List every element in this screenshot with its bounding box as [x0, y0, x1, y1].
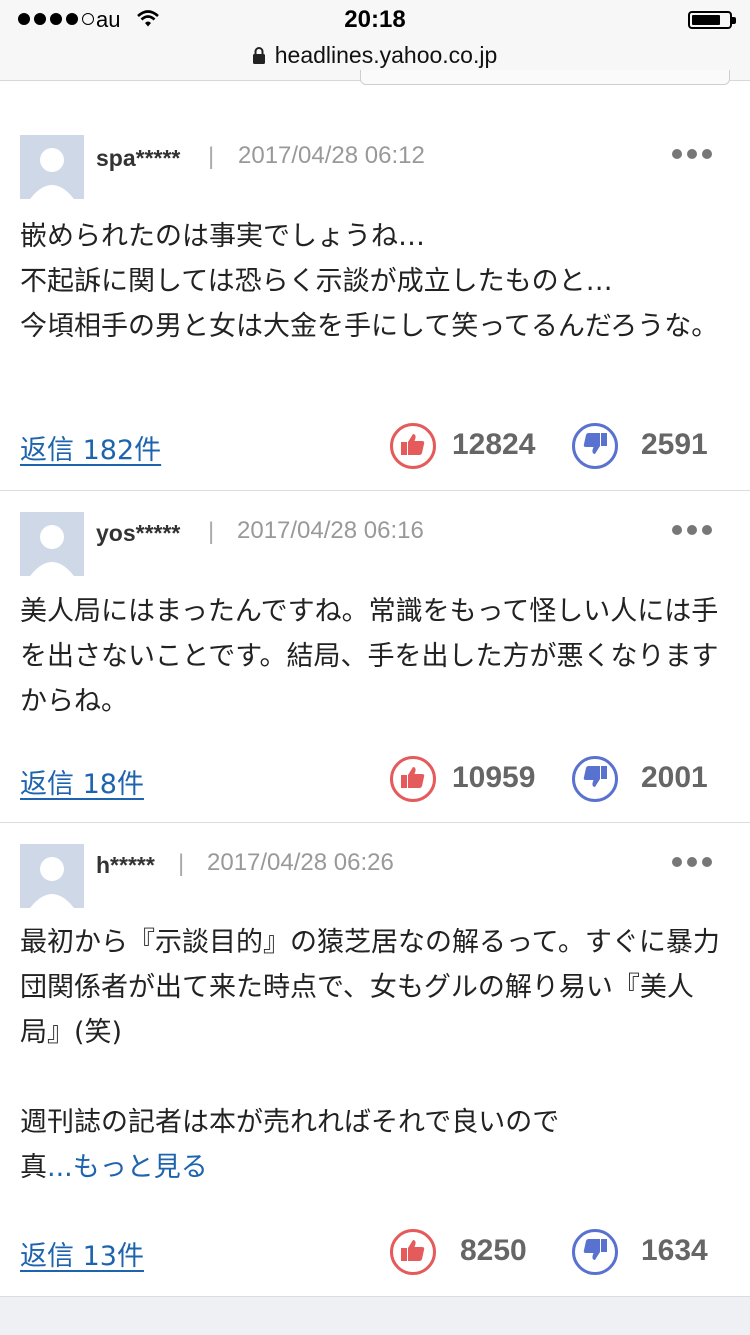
url-text: headlines.yahoo.co.jp	[274, 42, 498, 68]
comment-date: 2017/04/28 06:12	[238, 142, 425, 169]
dislike-button[interactable]	[572, 1229, 618, 1275]
more-icon[interactable]	[672, 149, 712, 161]
separator: |	[208, 518, 215, 545]
lock-icon	[252, 43, 265, 70]
dislike-count: 2001	[641, 761, 708, 794]
separator: |	[178, 850, 185, 877]
reply-link[interactable]: 返信 182件	[20, 428, 161, 467]
comment-text: 嵌められたのは事実でしょうね… 不起訴に関しては恐らく示談が成立したものと… 今…	[20, 221, 719, 342]
comment-text: 美人局にはまったんですね。常識をもって怪しい人には手を出さないことです。結局、手…	[20, 596, 719, 717]
avatar-icon	[20, 512, 84, 576]
reply-link[interactable]: 返信 13件	[20, 1234, 144, 1273]
like-button[interactable]	[390, 423, 436, 469]
dislike-count: 1634	[641, 1234, 708, 1267]
clock: 20:18	[344, 6, 406, 33]
status-bar: au 20:18	[0, 0, 750, 40]
see-more-link[interactable]: ...もっと見る	[47, 1152, 208, 1183]
thumbs-up-icon	[401, 1239, 425, 1265]
avatar-icon	[20, 135, 84, 199]
dislike-button[interactable]	[572, 756, 618, 802]
avatar-icon	[20, 844, 84, 908]
like-count: 8250	[460, 1234, 527, 1267]
thumbs-down-icon	[583, 1239, 607, 1265]
partial-select-box	[360, 70, 730, 85]
like-button[interactable]	[390, 756, 436, 802]
thumbs-down-icon	[583, 766, 607, 792]
dislike-button[interactable]	[572, 423, 618, 469]
comment-date: 2017/04/28 06:26	[207, 849, 394, 876]
thumbs-up-icon	[401, 766, 425, 792]
comment-username[interactable]: h*****	[96, 852, 155, 879]
dislike-count: 2591	[641, 428, 708, 461]
separator: |	[208, 143, 215, 170]
page-footer-area	[0, 1296, 750, 1335]
divider	[0, 822, 750, 823]
comment-body: 最初から『示談目的』の猿芝居なの解るって。すぐに暴力団関係者が出て来た時点で、女…	[20, 920, 720, 1190]
comment-username[interactable]: yos*****	[96, 520, 180, 547]
more-icon[interactable]	[672, 857, 712, 869]
reply-link[interactable]: 返信 18件	[20, 762, 144, 801]
battery-icon	[688, 11, 736, 29]
comment-body: 美人局にはまったんですね。常識をもって怪しい人には手を出さないことです。結局、手…	[20, 589, 720, 724]
thumbs-up-icon	[401, 433, 425, 459]
more-icon[interactable]	[672, 525, 712, 537]
comment-body: 嵌められたのは事実でしょうね… 不起訴に関しては恐らく示談が成立したものと… 今…	[20, 214, 720, 349]
comment-text: 最初から『示談目的』の猿芝居なの解るって。すぐに暴力団関係者が出て来た時点で、女…	[20, 927, 720, 1183]
like-count: 12824	[452, 428, 536, 461]
comment-username[interactable]: spa*****	[96, 145, 180, 172]
thumbs-down-icon	[583, 433, 607, 459]
comment-date: 2017/04/28 06:16	[237, 517, 424, 544]
like-button[interactable]	[390, 1229, 436, 1275]
divider	[0, 490, 750, 491]
like-count: 10959	[452, 761, 536, 794]
